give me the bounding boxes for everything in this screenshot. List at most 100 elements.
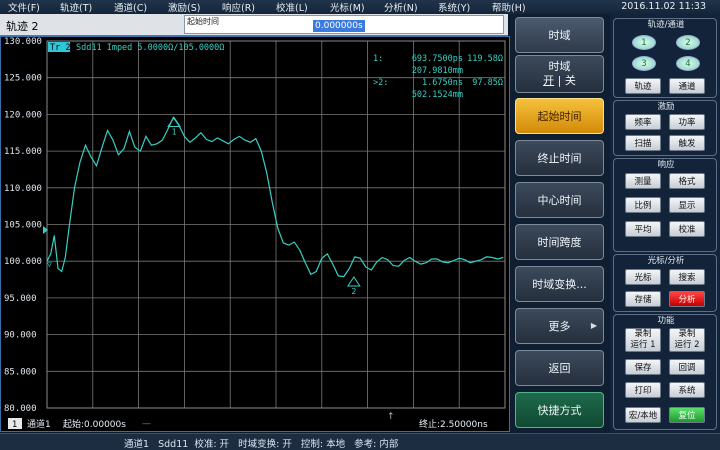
softkey-shortcut[interactable]: 快捷方式 [515, 392, 604, 428]
bottom-cursor-icon: ↑ [387, 412, 395, 422]
channel-label: 通道1 [27, 418, 51, 430]
record-run-1-button[interactable]: 录制 运行 1 [625, 328, 661, 352]
entry-field[interactable]: 起始时间 0.000000s [184, 15, 504, 34]
menu-trace[interactable]: 轨迹(T) [52, 0, 106, 14]
record-run-2-button[interactable]: 录制 运行 2 [669, 328, 705, 352]
menu-response[interactable]: 响应(R) [214, 0, 268, 14]
marker-readout: 1: 693.7500ps 119.58Ω 207.9810mm >2: 1.6750ns… [373, 54, 503, 100]
channel-1-button[interactable]: 1 [632, 35, 656, 50]
channel-button[interactable]: 通道 [669, 78, 705, 94]
group-title: 轨迹/通道 [647, 20, 685, 30]
separator-dash: — [142, 419, 151, 429]
y-tick-label: 80.000 [4, 404, 37, 414]
group-functions: 功能 录制 运行 1 录制 运行 2 保存 回调 打印 系统 宏/本地 复位 [613, 314, 717, 430]
y-tick-label: 90.000 [4, 331, 37, 341]
readout-y: 97.85Ω [472, 78, 503, 88]
format-button[interactable]: 格式 [669, 173, 705, 189]
marker-2 [346, 276, 361, 287]
y-tick-label: 105.000 [4, 221, 42, 231]
readout-y: 119.58Ω [467, 54, 503, 64]
datetime-display: 2016.11.02 11:33 [621, 1, 706, 12]
calibration-button[interactable]: 校准 [669, 221, 705, 237]
chart-markers: 12 [167, 116, 361, 296]
readout-x: 207.9810mm [412, 66, 463, 76]
trace-description: Sdd11 Imped 5.0000Ω/105.0000Ω [76, 43, 224, 53]
marker-button[interactable]: 光标 [625, 269, 661, 285]
analysis-button[interactable]: 分析 [669, 291, 705, 307]
softkey-start-time[interactable]: 起始时间 [515, 98, 604, 134]
softkey-center-time[interactable]: 中心时间 [515, 182, 604, 218]
recall-button[interactable]: 回调 [669, 359, 705, 375]
title-bar: 轨迹 2 起始时间 0.000000s [0, 14, 508, 36]
channel-4-button[interactable]: 4 [676, 56, 700, 71]
sweep-button[interactable]: 扫描 [625, 135, 661, 151]
reference-line-label: ▽ [47, 260, 52, 269]
active-trace-title: 轨迹 2 [6, 20, 39, 33]
readout-x: 693.7500ps [412, 54, 463, 64]
softkey-time-domain-toggle[interactable]: 时域 开 | 关 [515, 55, 604, 93]
status-text: 通道1 Sdd11 校准: 开 时域变换: 开 控制: 本地 参考: 内部 [124, 439, 399, 450]
channel-3-button[interactable]: 3 [632, 56, 656, 71]
y-tick-label: 130.000 [4, 37, 42, 47]
readout-id: >2: [373, 78, 388, 88]
menu-stimulus[interactable]: 激励(S) [160, 0, 214, 14]
chart-window: 130.000 125.000 120.000 115.000 110.000 105.0… [0, 36, 510, 432]
y-tick-label: 120.000 [4, 110, 42, 120]
scale-button[interactable]: 比例 [625, 197, 661, 213]
trace-line [46, 116, 504, 278]
y-tick-label: 85.000 [4, 367, 37, 377]
trace-button[interactable]: 轨迹 [625, 78, 661, 94]
search-button[interactable]: 搜索 [669, 269, 705, 285]
marker-label-1: 1 [172, 127, 177, 136]
group-trace-channel: 轨迹/通道 1 2 3 4 轨迹 通道 [613, 18, 717, 98]
entry-label: 起始时间 [187, 17, 219, 26]
status-bar: 通道1 Sdd11 校准: 开 时域变换: 开 控制: 本地 参考: 内部 [0, 433, 720, 450]
readout-x: 1.6750ns [422, 78, 463, 88]
macro-local-button[interactable]: 宏/本地 [625, 407, 661, 423]
group-title: 功能 [657, 316, 675, 326]
softkey-stop-time[interactable]: 终止时间 [515, 140, 604, 176]
y-tick-label: 95.000 [4, 294, 37, 304]
menu-marker[interactable]: 光标(M) [322, 0, 376, 14]
average-button[interactable]: 平均 [625, 221, 661, 237]
power-button[interactable]: 功率 [669, 114, 705, 130]
display-button[interactable]: 显示 [669, 197, 705, 213]
store-button[interactable]: 存储 [625, 291, 661, 307]
softkey-time-domain-transform[interactable]: 时域变换... [515, 266, 604, 302]
start-value: 起始:0.00000s [63, 418, 126, 430]
marker-label-2: 2 [351, 287, 356, 296]
entry-value[interactable]: 0.000000s [313, 20, 365, 32]
y-tick-label: 115.000 [4, 147, 42, 157]
y-tick-label: 125.000 [4, 74, 42, 84]
menu-bar: 文件(F) 轨迹(T) 通道(C) 激励(S) 响应(R) 校准(L) 光标(M… [0, 0, 720, 14]
menu-system[interactable]: 系统(Y) [430, 0, 484, 14]
channel-number: 1 [12, 420, 17, 430]
readout-id: 1: [373, 54, 383, 64]
softkey-return[interactable]: 返回 [515, 350, 604, 386]
group-stimulus: 激励 频率 功率 扫描 触发 [613, 100, 717, 156]
y-tick-labels: 130.000 125.000 120.000 115.000 110.000 105.0… [4, 37, 42, 414]
channel-2-button[interactable]: 2 [676, 35, 700, 50]
softkey-time-span[interactable]: 时间跨度 [515, 224, 604, 260]
group-response: 响应 测量 格式 比例 显示 平均 校准 [613, 158, 717, 252]
menu-help[interactable]: 帮助(H) [484, 0, 538, 14]
readout-x: 502.1524mm [412, 90, 463, 100]
stop-value: 终止:2.50000ns [419, 418, 488, 430]
menu-channel[interactable]: 通道(C) [106, 0, 160, 14]
print-button[interactable]: 打印 [625, 382, 661, 398]
menu-calibration[interactable]: 校准(L) [268, 0, 322, 14]
menu-analysis[interactable]: 分析(N) [376, 0, 430, 14]
group-title: 激励 [657, 102, 675, 112]
trace-label: Tr 2 [50, 43, 70, 53]
frequency-button[interactable]: 频率 [625, 114, 661, 130]
trigger-button[interactable]: 触发 [669, 135, 705, 151]
menu-file[interactable]: 文件(F) [0, 0, 52, 14]
measure-button[interactable]: 测量 [625, 173, 661, 189]
preset-button[interactable]: 复位 [669, 407, 705, 423]
save-button[interactable]: 保存 [625, 359, 661, 375]
chevron-right-icon: ▶ [590, 321, 597, 330]
softkey-more[interactable]: 更多 ▶ [515, 308, 604, 344]
system-button[interactable]: 系统 [669, 382, 705, 398]
softkey-header: 时域 [515, 17, 604, 53]
group-marker-analysis: 光标/分析 光标 搜索 存储 分析 [613, 254, 717, 312]
